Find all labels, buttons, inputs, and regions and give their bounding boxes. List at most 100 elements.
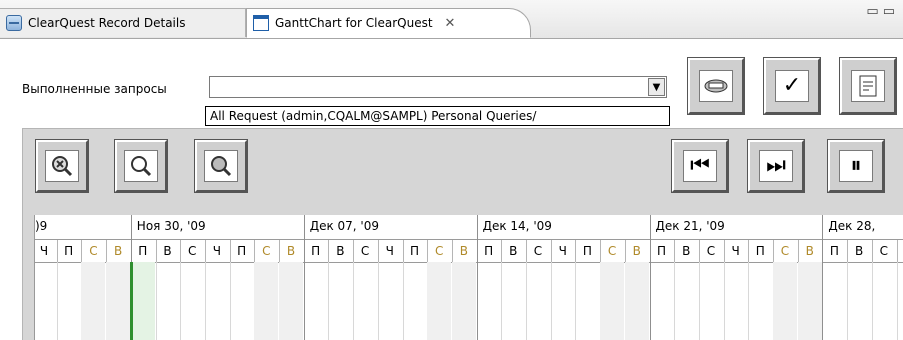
day-label: В bbox=[459, 244, 468, 258]
pause-button[interactable]: ⏸ bbox=[827, 139, 885, 193]
weekend-column bbox=[600, 262, 625, 340]
pause-icon: ⏸ bbox=[839, 150, 873, 182]
zoom-reset-icon bbox=[45, 150, 79, 182]
grid-line bbox=[526, 262, 527, 340]
week-label: Дек 28, bbox=[828, 219, 876, 233]
maximize-icon[interactable]: ▭ bbox=[883, 4, 899, 19]
day-label: В bbox=[113, 244, 123, 258]
day-label: Ч bbox=[385, 244, 394, 258]
day-divider bbox=[723, 240, 725, 262]
weekend-column bbox=[797, 262, 822, 340]
day-divider bbox=[377, 240, 379, 262]
week-divider bbox=[822, 215, 824, 340]
grid-line bbox=[204, 262, 206, 340]
day-label: С bbox=[879, 244, 888, 258]
grid-line bbox=[155, 262, 157, 340]
day-label: П bbox=[409, 244, 420, 258]
grid-line bbox=[748, 262, 750, 340]
report-button[interactable] bbox=[839, 57, 897, 115]
grid-line bbox=[377, 262, 379, 340]
day-divider bbox=[797, 240, 799, 262]
week-label: Дек 14, '09 bbox=[482, 219, 552, 233]
day-label: В bbox=[854, 244, 864, 258]
week-divider bbox=[476, 215, 478, 340]
tab-clearquest-record-details[interactable]: ClearQuest Record Details bbox=[0, 8, 246, 37]
day-label: В bbox=[805, 244, 814, 258]
day-label: С bbox=[706, 244, 716, 258]
grid-line bbox=[56, 262, 58, 340]
week-label: Дек 21, '09 bbox=[655, 219, 725, 233]
window-controls: ▭▭ bbox=[866, 4, 899, 19]
record-details-icon bbox=[6, 15, 22, 31]
grid-line bbox=[353, 262, 355, 340]
day-label: П bbox=[311, 244, 321, 258]
zoom-reset-button[interactable] bbox=[35, 139, 89, 193]
day-label: П bbox=[237, 244, 247, 258]
day-label: С bbox=[360, 244, 370, 258]
today-band bbox=[130, 262, 155, 340]
day-divider bbox=[155, 240, 157, 262]
zoom-out-button[interactable] bbox=[114, 139, 168, 193]
grid-line bbox=[229, 262, 231, 340]
weekend-column bbox=[773, 262, 797, 340]
day-label: В bbox=[509, 244, 518, 258]
day-label: П bbox=[755, 244, 765, 258]
report-icon bbox=[851, 70, 885, 102]
run-query-button[interactable] bbox=[687, 57, 745, 115]
day-divider bbox=[229, 240, 231, 262]
day-label: Ч bbox=[558, 244, 567, 258]
tab-label: GanttChart for ClearQuest bbox=[275, 16, 433, 30]
day-divider bbox=[451, 240, 453, 262]
day-divider bbox=[600, 240, 602, 262]
day-label: П bbox=[484, 244, 494, 258]
week-header-row: )9 Ноя 30, '09 Дек 07, '09 Дек 14, '09 Дек 2… bbox=[35, 215, 903, 240]
weekend-column bbox=[81, 262, 106, 340]
day-divider bbox=[204, 240, 206, 262]
week-label: Ноя 30, '09 bbox=[136, 219, 206, 233]
chevron-down-icon[interactable]: ▼ bbox=[648, 78, 665, 96]
day-divider bbox=[56, 240, 58, 262]
run-query-icon bbox=[699, 70, 733, 102]
day-divider bbox=[106, 240, 108, 262]
first-page-button[interactable]: ⏮ bbox=[671, 139, 729, 193]
queries-combobox[interactable]: ▼ bbox=[209, 76, 667, 98]
grid-line bbox=[674, 262, 676, 340]
day-divider bbox=[180, 240, 182, 262]
day-divider bbox=[624, 240, 626, 262]
day-divider bbox=[402, 240, 404, 262]
grid-line bbox=[896, 262, 898, 340]
day-divider bbox=[847, 240, 849, 262]
day-divider bbox=[773, 240, 774, 262]
day-divider bbox=[328, 240, 330, 262]
week-label: Дек 07, '09 bbox=[309, 219, 379, 233]
confirm-button[interactable]: ✓ bbox=[763, 57, 821, 115]
gantt-timeline[interactable]: )9 Ноя 30, '09 Дек 07, '09 Дек 14, '09 Дек 2… bbox=[34, 215, 903, 340]
zoom-in-button[interactable] bbox=[194, 139, 248, 193]
day-label: П bbox=[138, 244, 148, 258]
query-path-field: All Request (admin,CQALM@SAMPL) Personal… bbox=[205, 106, 670, 126]
grid-line bbox=[180, 262, 182, 340]
day-label: П bbox=[582, 244, 592, 258]
minimize-icon[interactable]: ▭ bbox=[866, 4, 882, 19]
last-page-button[interactable]: ⏭ bbox=[747, 139, 805, 193]
day-label: В bbox=[286, 244, 296, 258]
queries-label: Выполненные запросы bbox=[22, 82, 167, 96]
tab-gantt-chart[interactable]: GanttChart for ClearQuest ✕ bbox=[246, 8, 531, 38]
day-divider bbox=[427, 240, 429, 262]
day-label: В bbox=[336, 244, 345, 258]
grid-line bbox=[328, 262, 330, 340]
grid-line bbox=[723, 262, 725, 340]
grid-line bbox=[698, 262, 700, 340]
grid-line bbox=[847, 262, 849, 340]
day-label: П bbox=[656, 244, 667, 258]
day-label: С bbox=[262, 244, 271, 258]
day-label: С bbox=[187, 244, 197, 258]
close-icon[interactable]: ✕ bbox=[445, 16, 456, 31]
weekend-column bbox=[106, 262, 131, 340]
day-label: В bbox=[682, 244, 691, 258]
grid-line bbox=[402, 262, 404, 340]
day-label: П bbox=[829, 244, 839, 258]
grid-line bbox=[575, 262, 577, 340]
day-divider bbox=[748, 240, 750, 262]
weekend-column bbox=[451, 262, 476, 340]
